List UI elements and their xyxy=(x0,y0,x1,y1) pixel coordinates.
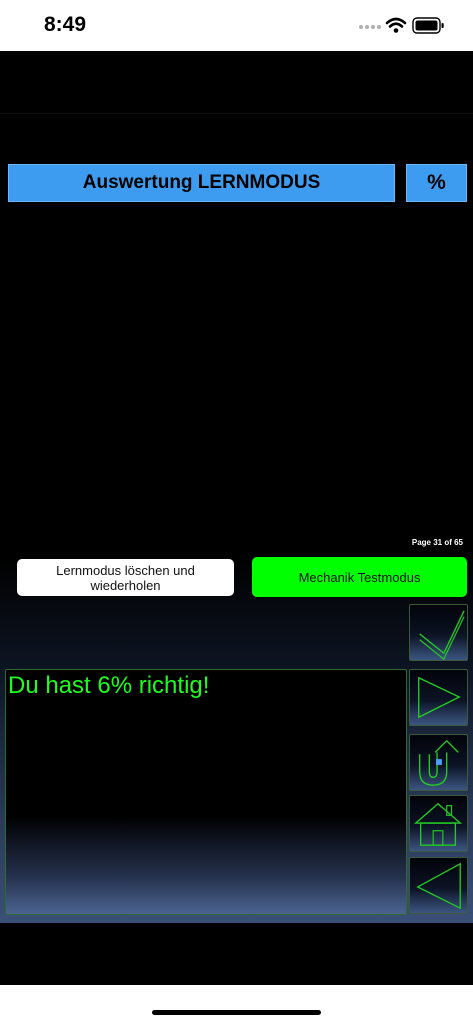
undo-icon xyxy=(419,739,459,786)
next-button[interactable] xyxy=(409,669,468,726)
home-icon xyxy=(414,802,463,846)
wifi-icon xyxy=(385,17,407,33)
check-icon xyxy=(419,610,465,660)
result-panel: Du hast 6% richtig! xyxy=(5,669,407,915)
back-icon xyxy=(416,862,461,910)
back-button[interactable] xyxy=(409,857,468,914)
page-title: Auswertung LERNMODUS xyxy=(8,164,395,202)
battery-icon xyxy=(412,17,444,34)
status-time: 8:49 xyxy=(44,13,87,36)
divider xyxy=(0,113,473,114)
result-text: Du hast 6% richtig! xyxy=(8,672,210,699)
home-indicator[interactable] xyxy=(152,1010,321,1015)
signal-icon xyxy=(359,25,381,29)
repeat-button[interactable] xyxy=(409,734,468,791)
check-button[interactable] xyxy=(409,604,468,661)
home-button[interactable] xyxy=(409,795,468,852)
reset-learning-mode-button[interactable]: Lernmodus löschen und wiederholen xyxy=(17,559,234,596)
status-bar: 8:49 xyxy=(0,0,473,51)
test-mode-button[interactable]: Mechanik Testmodus xyxy=(252,557,467,597)
percent-button[interactable]: % xyxy=(406,164,467,202)
home-indicator-area xyxy=(0,985,473,1024)
page-indicator: Page 31 of 65 xyxy=(411,538,463,547)
bottom-bar xyxy=(0,923,473,985)
play-icon xyxy=(418,676,461,719)
status-icons xyxy=(357,16,447,36)
